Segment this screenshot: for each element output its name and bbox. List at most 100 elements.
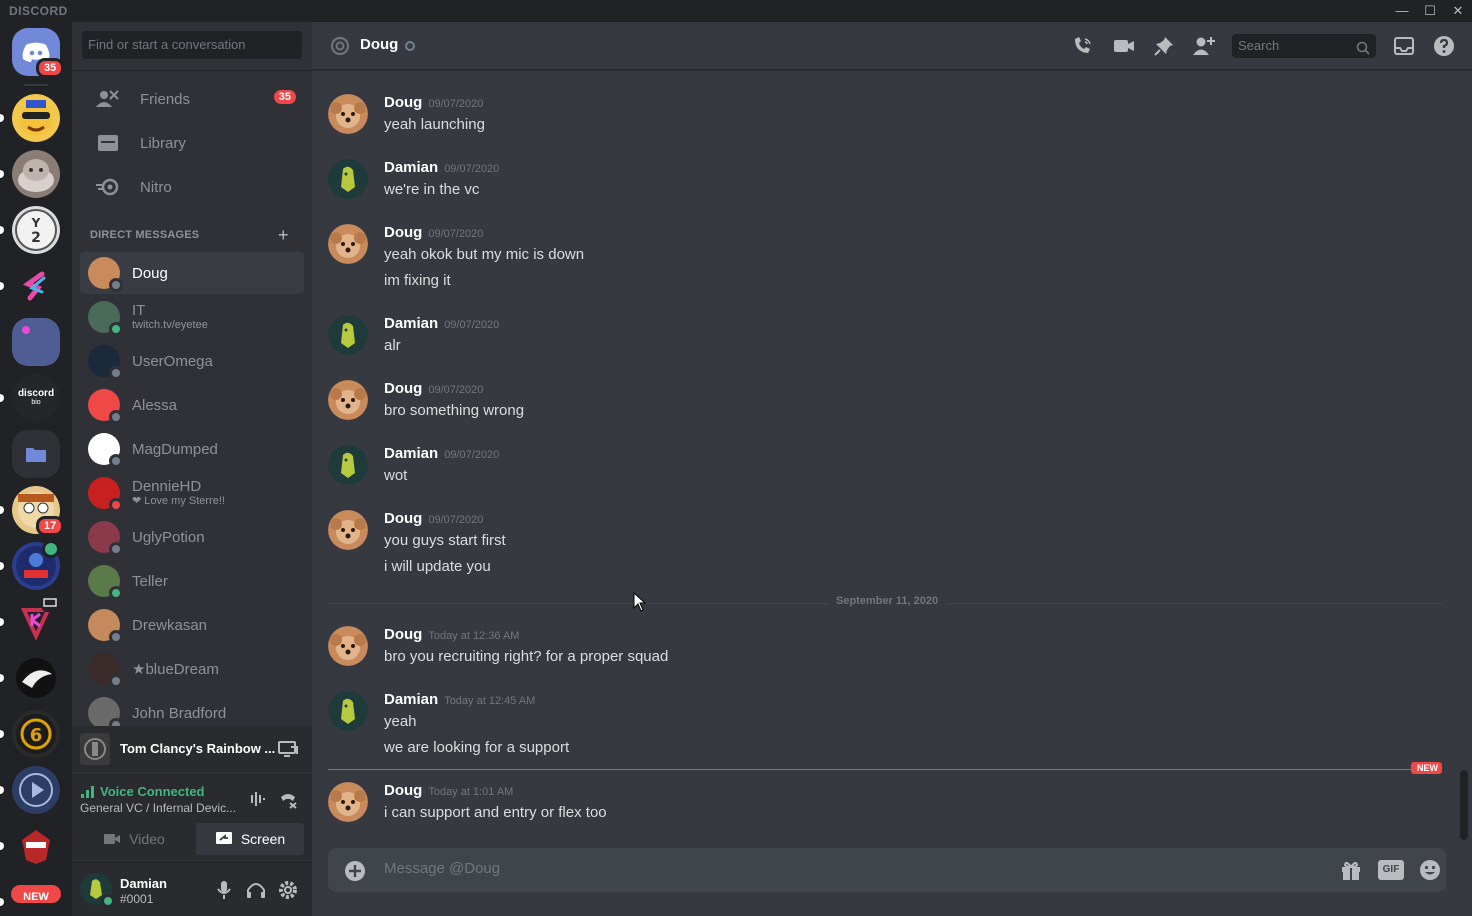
dm-item[interactable]: UglyPotion bbox=[80, 516, 304, 558]
author-name[interactable]: Doug bbox=[384, 224, 422, 241]
server-icon[interactable] bbox=[12, 94, 60, 142]
author-name[interactable]: Damian bbox=[384, 159, 438, 176]
close-icon[interactable]: ✕ bbox=[1445, 2, 1471, 20]
message-input[interactable]: Message @Doug bbox=[384, 860, 500, 877]
server-icon[interactable]: 17 bbox=[12, 486, 65, 536]
author-name[interactable]: Doug bbox=[384, 380, 422, 397]
start-voice-call-icon[interactable] bbox=[1071, 34, 1095, 58]
message-author[interactable]: Damian Today at 12:45 AM bbox=[384, 689, 535, 712]
new-server-indicator[interactable]: NEW bbox=[8, 878, 64, 910]
chat-scrollbar[interactable] bbox=[1460, 70, 1468, 840]
upload-plus-icon[interactable] bbox=[344, 860, 366, 887]
bio-server-label: discord bbox=[17, 388, 55, 399]
message-author[interactable]: Doug 09/07/2020 bbox=[384, 92, 483, 115]
author-name[interactable]: Doug bbox=[384, 782, 422, 799]
server-folder[interactable] bbox=[12, 430, 60, 478]
game-activity[interactable]: Tom Clancy's Rainbow ... bbox=[72, 726, 312, 772]
minimize-icon[interactable]: — bbox=[1389, 2, 1415, 20]
voice-status[interactable]: Voice Connected bbox=[100, 784, 205, 799]
home-button[interactable]: 35 bbox=[12, 28, 65, 78]
home-badge: 35 bbox=[36, 58, 65, 78]
message-author[interactable]: Damian 09/07/2020 bbox=[384, 313, 499, 336]
nav-library[interactable]: Library bbox=[80, 122, 304, 164]
gif-button[interactable]: GIF bbox=[1378, 860, 1404, 880]
dm-item[interactable]: IT twitch.tv/eyetee bbox=[80, 296, 304, 338]
server-icon[interactable]: 6 bbox=[12, 710, 60, 758]
stream-game-icon[interactable] bbox=[278, 740, 298, 763]
microphone-icon[interactable] bbox=[216, 880, 232, 905]
dm-item[interactable]: UserOmega bbox=[80, 340, 304, 382]
voice-panel: Voice Connected General VC / Infernal De… bbox=[72, 774, 312, 862]
screen-share-button[interactable]: Screen bbox=[196, 823, 304, 855]
server-icon[interactable] bbox=[12, 262, 60, 310]
message-text: bro something wrong bbox=[384, 402, 525, 419]
message-author[interactable]: Damian 09/07/2020 bbox=[384, 157, 499, 180]
inbox-icon[interactable] bbox=[1392, 34, 1416, 58]
voice-channel[interactable]: General VC / Infernal Devic... bbox=[80, 801, 236, 815]
settings-gear-icon[interactable] bbox=[278, 880, 298, 905]
server-icon[interactable]: Y 2 bbox=[12, 206, 60, 254]
nav-friends[interactable]: Friends 35 bbox=[80, 78, 304, 120]
help-icon[interactable] bbox=[1432, 34, 1456, 58]
friends-icon bbox=[92, 89, 124, 109]
server-icon[interactable] bbox=[12, 540, 60, 590]
add-friend-to-dm-icon[interactable] bbox=[1192, 34, 1216, 58]
message-avatar[interactable] bbox=[328, 445, 368, 485]
author-name[interactable]: Damian bbox=[384, 445, 438, 462]
dm-item[interactable]: Drewkasan bbox=[80, 604, 304, 646]
video-button[interactable]: Video bbox=[80, 823, 188, 855]
server-icon[interactable] bbox=[12, 318, 60, 366]
message-avatar[interactable] bbox=[328, 94, 368, 134]
message-avatar[interactable] bbox=[328, 380, 368, 420]
start-video-call-icon[interactable] bbox=[1112, 34, 1136, 58]
dm-item[interactable]: Alessa bbox=[80, 384, 304, 426]
ninja-logo-icon bbox=[22, 830, 50, 864]
dm-item[interactable]: DennieHD ❤ Love my Sterre!! bbox=[80, 472, 304, 514]
message-author[interactable]: Doug 09/07/2020 bbox=[384, 378, 483, 401]
author-name[interactable]: Doug bbox=[384, 626, 422, 643]
noise-suppression-icon[interactable] bbox=[246, 789, 266, 814]
message-avatar[interactable] bbox=[328, 626, 368, 666]
nav-nitro[interactable]: Nitro bbox=[80, 166, 304, 208]
status-dot bbox=[109, 410, 123, 424]
message-author[interactable]: Damian 09/07/2020 bbox=[384, 443, 499, 466]
author-name[interactable]: Doug bbox=[384, 510, 422, 527]
message-avatar[interactable] bbox=[328, 691, 368, 731]
message-avatar[interactable] bbox=[328, 159, 368, 199]
dm-item[interactable]: Teller bbox=[80, 560, 304, 602]
message-author[interactable]: Doug 09/07/2020 bbox=[384, 508, 483, 531]
message-avatar[interactable] bbox=[328, 315, 368, 355]
server-icon[interactable] bbox=[12, 596, 60, 646]
chat-search-input[interactable]: Search bbox=[1232, 34, 1376, 58]
server-icon[interactable] bbox=[12, 822, 60, 870]
server-icon[interactable] bbox=[12, 150, 60, 198]
user-avatar[interactable] bbox=[80, 873, 115, 908]
message-avatar[interactable] bbox=[328, 782, 368, 822]
emoji-icon[interactable] bbox=[1419, 859, 1441, 886]
maximize-icon[interactable]: ☐ bbox=[1417, 2, 1443, 20]
message-author[interactable]: Doug 09/07/2020 bbox=[384, 222, 483, 245]
message-author[interactable]: Doug Today at 12:36 AM bbox=[384, 624, 519, 647]
message-author[interactable]: Doug Today at 1:01 AM bbox=[384, 780, 513, 803]
user-panel: Damian #0001 bbox=[72, 862, 312, 916]
server-icon[interactable] bbox=[12, 766, 60, 814]
disconnect-icon[interactable] bbox=[278, 789, 298, 814]
dm-item[interactable]: Doug bbox=[80, 252, 304, 294]
server-icon[interactable]: discord bio bbox=[12, 374, 60, 422]
author-name[interactable]: Damian bbox=[384, 691, 438, 708]
dm-item[interactable]: ★blueDream bbox=[80, 648, 304, 690]
headphones-icon[interactable] bbox=[246, 880, 266, 905]
pinned-messages-icon[interactable] bbox=[1152, 34, 1176, 58]
message-avatar[interactable] bbox=[328, 224, 368, 264]
gift-icon[interactable] bbox=[1340, 859, 1362, 886]
dm-item[interactable]: MagDumped bbox=[80, 428, 304, 470]
create-dm-plus-icon[interactable]: + bbox=[278, 225, 289, 246]
server-icon[interactable] bbox=[12, 654, 60, 702]
scroll-thumb[interactable] bbox=[1460, 770, 1468, 840]
video-label: Video bbox=[129, 831, 165, 847]
author-name[interactable]: Damian bbox=[384, 315, 438, 332]
author-name[interactable]: Doug bbox=[384, 94, 422, 111]
find-conversation-input[interactable]: Find or start a conversation bbox=[82, 31, 302, 59]
nav-nitro-label: Nitro bbox=[140, 178, 172, 196]
message-avatar[interactable] bbox=[328, 510, 368, 550]
